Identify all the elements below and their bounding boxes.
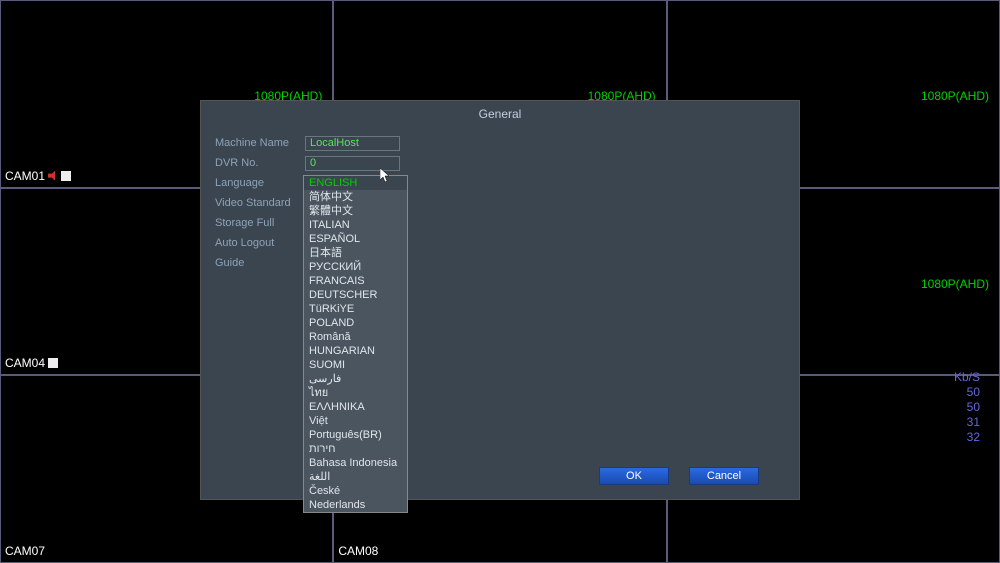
language-option[interactable]: DEUTSCHER — [304, 288, 407, 302]
camera-name: CAM04 — [5, 356, 45, 370]
language-option[interactable]: FRANCAIS — [304, 274, 407, 288]
label-auto-logout: Auto Logout — [215, 237, 305, 249]
language-option[interactable]: ΕΛΛΗΝΙΚΑ — [304, 400, 407, 414]
language-option[interactable]: Nederlands — [304, 498, 407, 512]
speaker-icon — [48, 171, 58, 181]
plus-icon — [61, 171, 71, 181]
label-guide: Guide — [215, 257, 305, 269]
label-machine-name: Machine Name — [215, 137, 305, 149]
stats-value: 31 — [954, 415, 980, 430]
language-option[interactable]: ITALIAN — [304, 218, 407, 232]
language-option[interactable]: חירות — [304, 442, 407, 456]
language-option[interactable]: 日本語 — [304, 246, 407, 260]
language-option[interactable]: ENGLISH — [304, 176, 407, 190]
camera-label: CAM08 — [338, 544, 378, 558]
language-option[interactable]: SUOMI — [304, 358, 407, 372]
camera-name: CAM01 — [5, 169, 45, 183]
language-option[interactable]: TüRKiYE — [304, 302, 407, 316]
language-option[interactable]: České — [304, 484, 407, 498]
language-option[interactable]: 简体中文 — [304, 190, 407, 204]
label-dvr-no: DVR No. — [215, 157, 305, 169]
cancel-button[interactable]: Cancel — [689, 467, 759, 485]
language-option[interactable]: Português(BR) — [304, 428, 407, 442]
dvr-no-input[interactable] — [305, 156, 400, 171]
stats-value: 50 — [954, 400, 980, 415]
language-dropdown[interactable]: ENGLISH简体中文繁體中文ITALIANESPAÑOL日本語РУССКИЙF… — [303, 175, 408, 513]
language-option[interactable]: HUNGARIAN — [304, 344, 407, 358]
language-option[interactable]: فارسی — [304, 372, 407, 386]
language-option[interactable]: Română — [304, 330, 407, 344]
language-option[interactable]: POLAND — [304, 316, 407, 330]
language-option[interactable]: Việt — [304, 414, 407, 428]
camera-name: CAM07 — [5, 544, 45, 558]
plus-icon — [48, 358, 58, 368]
label-storage-full: Storage Full — [215, 217, 305, 229]
stats-value: 32 — [954, 430, 980, 445]
stats-header: Kb/S — [954, 370, 980, 385]
bandwidth-stats: Kb/S 50 50 31 32 — [954, 370, 980, 445]
machine-name-input[interactable] — [305, 136, 400, 151]
ok-button[interactable]: OK — [599, 467, 669, 485]
resolution-label: 1080P(AHD) — [921, 89, 989, 103]
camera-name: CAM08 — [338, 544, 378, 558]
language-option[interactable]: РУССКИЙ — [304, 260, 407, 274]
language-option[interactable]: 繁體中文 — [304, 204, 407, 218]
camera-label: CAM07 — [5, 544, 45, 558]
camera-label: CAM01 — [5, 169, 71, 183]
settings-form: Machine Name DVR No. Language ENGLISH ▾ … — [201, 131, 799, 279]
language-option[interactable]: اللغة — [304, 470, 407, 484]
stats-value: 50 — [954, 385, 980, 400]
language-option[interactable]: Bahasa Indonesia — [304, 456, 407, 470]
label-language: Language — [215, 177, 305, 189]
camera-label: CAM04 — [5, 356, 58, 370]
dialog-title: General — [201, 101, 799, 131]
general-settings-dialog: General Machine Name DVR No. Language EN… — [200, 100, 800, 500]
language-option[interactable]: ESPAÑOL — [304, 232, 407, 246]
language-option[interactable]: ไทย — [304, 386, 407, 400]
label-video-standard: Video Standard — [215, 197, 305, 209]
resolution-label: 1080P(AHD) — [921, 277, 989, 291]
